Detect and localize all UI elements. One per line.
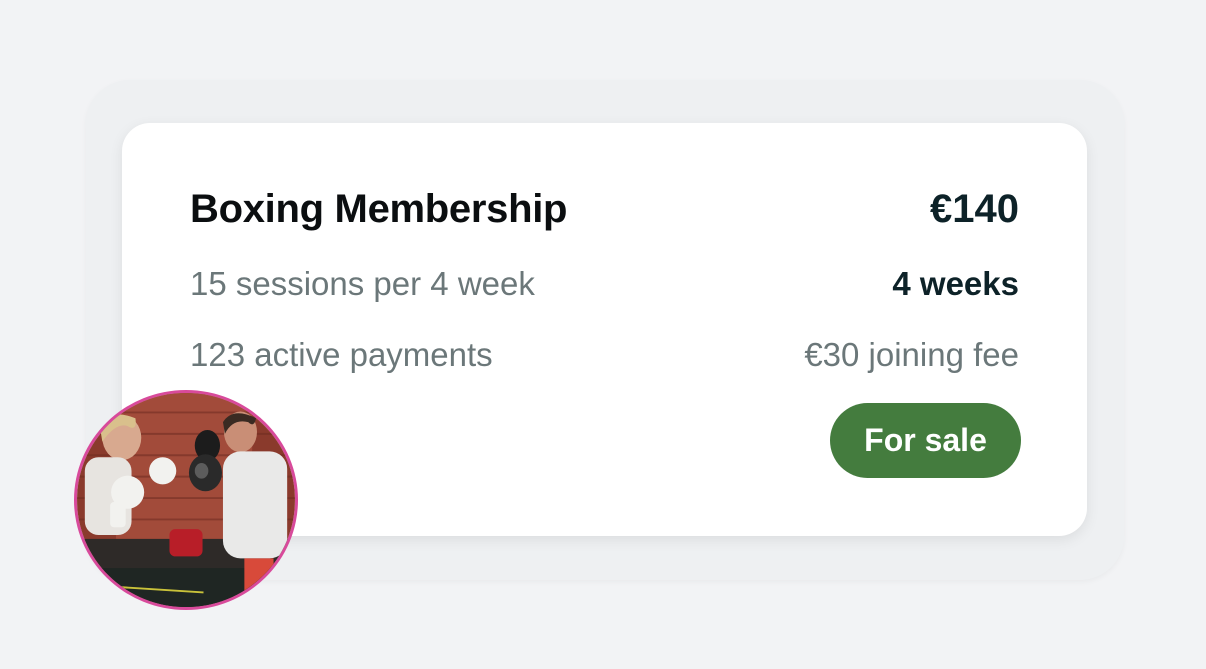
- page-background: Boxing Membership €140 15 sessions per 4…: [0, 0, 1206, 669]
- membership-title: Boxing Membership: [190, 187, 568, 231]
- duration-info: 4 weeks: [892, 265, 1019, 302]
- boxing-photo-image: [77, 393, 295, 607]
- avatar: [74, 390, 298, 610]
- active-payments: 123 active payments: [190, 336, 493, 373]
- status-badge[interactable]: For sale: [830, 403, 1021, 478]
- membership-price: €140: [930, 187, 1019, 231]
- joining-fee: €30 joining fee: [804, 336, 1019, 373]
- sessions-info: 15 sessions per 4 week: [190, 265, 535, 302]
